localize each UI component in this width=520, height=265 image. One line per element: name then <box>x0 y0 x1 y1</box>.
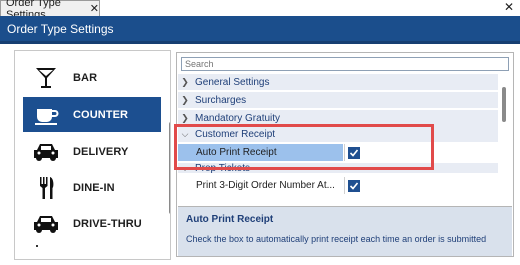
category-surcharges[interactable]: ❯ Surcharges <box>178 92 498 109</box>
auto-print-checkbox[interactable] <box>348 146 360 159</box>
tab-order-type-settings[interactable]: Order Type Settings ✕ <box>0 0 100 21</box>
order-list-scrollbar[interactable] <box>169 122 170 214</box>
property-name: Auto Print Receipt <box>178 144 343 161</box>
description-title: Auto Print Receipt <box>186 214 274 225</box>
chevron-down-icon: ⌵ <box>181 163 189 173</box>
page-header: Order Type Settings <box>0 16 520 44</box>
property-print-3-digit-order-number[interactable]: Print 3-Digit Order Number At... <box>178 177 498 194</box>
order-type-drive-thru[interactable]: DRIVE-THRU <box>23 206 161 241</box>
search-input[interactable] <box>181 57 509 71</box>
order-type-label: DRIVE-THRU <box>73 217 142 230</box>
fork-knife-icon <box>31 173 61 203</box>
coffee-cup-icon <box>31 100 61 130</box>
order-type-label: DINE-IN <box>73 181 115 194</box>
print-digit-checkbox[interactable] <box>348 179 360 192</box>
property-auto-print-receipt[interactable]: Auto Print Receipt <box>178 144 498 161</box>
cocktail-glass-icon <box>31 63 61 93</box>
category-prep-tickets[interactable]: ⌵ Prep Tickets <box>178 163 498 174</box>
chevron-right-icon: ❯ <box>181 94 189 105</box>
category-label: General Settings <box>195 76 270 88</box>
more-indicator <box>36 245 38 247</box>
order-type-list: BAR COUNTER DELIVERY DINE-IN DRIVE-THRU <box>14 50 171 260</box>
tab-close-icon[interactable]: ✕ <box>90 2 99 15</box>
chevron-right-icon: ❯ <box>181 112 189 123</box>
page-title: Order Type Settings <box>7 21 114 36</box>
chevron-right-icon: ❯ <box>181 76 189 87</box>
order-type-label: DELIVERY <box>73 145 129 158</box>
order-type-label: BAR <box>73 71 98 84</box>
order-type-label: COUNTER <box>73 108 129 121</box>
settings-panel: ❯ General Settings ❯ Surcharges ❯ Mandat… <box>176 52 514 257</box>
order-type-dine-in[interactable]: DINE-IN <box>23 170 161 205</box>
description-text: Check the box to automatically print rec… <box>186 234 487 244</box>
car-icon <box>31 209 61 239</box>
order-type-counter[interactable]: COUNTER <box>23 97 161 132</box>
property-value <box>344 177 498 194</box>
settings-scrollbar[interactable] <box>502 87 506 122</box>
category-mandatory-gratuity[interactable]: ❯ Mandatory Gratuity <box>178 110 498 127</box>
property-name: Print 3-Digit Order Number At... <box>196 180 335 191</box>
category-label: Prep Tickets <box>195 163 251 174</box>
property-description-panel: Auto Print Receipt Check the box to auto… <box>178 206 512 256</box>
category-customer-receipt[interactable]: ⌵ Customer Receipt <box>178 126 498 143</box>
window-close-icon[interactable]: ✕ <box>504 0 514 14</box>
chevron-down-icon: ⌵ <box>181 128 189 139</box>
category-label: Mandatory Gratuity <box>195 112 281 124</box>
property-value <box>344 144 498 161</box>
tab-strip: Order Type Settings ✕ ✕ <box>0 0 520 21</box>
category-label: Customer Receipt <box>195 128 276 140</box>
car-icon <box>31 137 61 167</box>
category-label: Surcharges <box>195 94 247 106</box>
category-general-settings[interactable]: ❯ General Settings <box>178 74 498 91</box>
order-type-bar[interactable]: BAR <box>23 60 161 95</box>
order-type-delivery[interactable]: DELIVERY <box>23 134 161 169</box>
